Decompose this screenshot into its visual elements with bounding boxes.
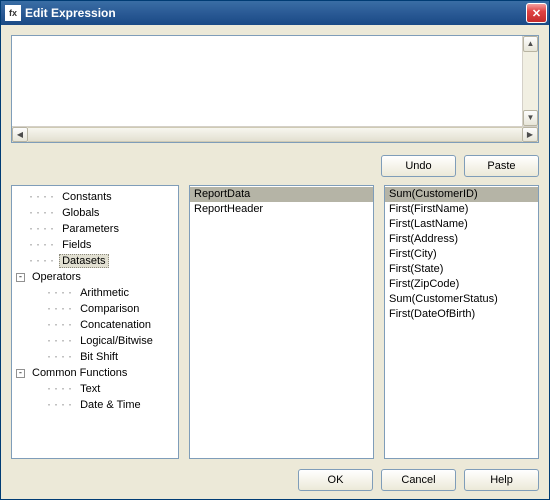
tree-branch-icon: ···· bbox=[26, 192, 56, 203]
edit-expression-dialog: fx Edit Expression ✕ ▲ ▼ ◀ ▶ Undo Paste bbox=[0, 0, 550, 500]
collapse-icon[interactable]: - bbox=[16, 369, 25, 378]
tree-item-label: Comparison bbox=[77, 303, 142, 315]
tree-branch-icon: ···· bbox=[44, 336, 74, 347]
collapse-icon[interactable]: - bbox=[16, 273, 25, 282]
tree-item[interactable]: ····Datasets bbox=[14, 253, 178, 269]
tree-branch-icon: ···· bbox=[44, 288, 74, 299]
tree-branch-icon: ···· bbox=[44, 304, 74, 315]
browser-panes: ····Constants····Globals····Parameters··… bbox=[11, 185, 539, 459]
tree-item[interactable]: ····Text bbox=[14, 381, 178, 397]
tree-item[interactable]: -Operators bbox=[14, 269, 178, 285]
help-button[interactable]: Help bbox=[464, 469, 539, 491]
tree-item-label: Arithmetic bbox=[77, 287, 132, 299]
tree-branch-icon: ···· bbox=[44, 352, 74, 363]
list-item[interactable]: ReportData bbox=[190, 187, 373, 202]
tree-item[interactable]: ····Fields bbox=[14, 237, 178, 253]
list-item[interactable]: First(City) bbox=[385, 247, 538, 262]
tree-item-label: Common Functions bbox=[29, 367, 130, 379]
scroll-track[interactable] bbox=[28, 127, 522, 142]
tree-branch-icon: ···· bbox=[26, 240, 56, 251]
dialog-buttons: OK Cancel Help bbox=[11, 459, 539, 491]
tree-item-label: Text bbox=[77, 383, 103, 395]
titlebar[interactable]: fx Edit Expression ✕ bbox=[1, 1, 549, 25]
scroll-up-button[interactable]: ▲ bbox=[523, 36, 538, 52]
tree-item[interactable]: ····Logical/Bitwise bbox=[14, 333, 178, 349]
scroll-down-button[interactable]: ▼ bbox=[523, 110, 538, 126]
tree-branch-icon: ···· bbox=[26, 208, 56, 219]
list-item[interactable]: First(State) bbox=[385, 262, 538, 277]
paste-button[interactable]: Paste bbox=[464, 155, 539, 177]
editor-vertical-scrollbar[interactable]: ▲ ▼ bbox=[522, 36, 538, 126]
expression-editor-container: ▲ ▼ ◀ ▶ bbox=[11, 35, 539, 143]
tree-item-label: Datasets bbox=[59, 254, 108, 268]
dataset-list-panel: ReportDataReportHeader bbox=[189, 185, 374, 459]
editor-toolbar: Undo Paste bbox=[11, 143, 539, 185]
tree-item-label: Fields bbox=[59, 239, 94, 251]
tree-item[interactable]: ····Concatenation bbox=[14, 317, 178, 333]
tree-branch-icon: ···· bbox=[26, 256, 56, 267]
app-icon: fx bbox=[5, 5, 21, 21]
tree-item[interactable]: ····Parameters bbox=[14, 221, 178, 237]
window-title: Edit Expression bbox=[25, 6, 526, 20]
ok-button[interactable]: OK bbox=[298, 469, 373, 491]
tree-item-label: Concatenation bbox=[77, 319, 154, 331]
field-list-panel: Sum(CustomerID)First(FirstName)First(Las… bbox=[384, 185, 539, 459]
close-icon: ✕ bbox=[532, 7, 541, 20]
tree-item-label: Logical/Bitwise bbox=[77, 335, 156, 347]
list-item[interactable]: First(FirstName) bbox=[385, 202, 538, 217]
tree-branch-icon: ···· bbox=[44, 384, 74, 395]
expression-textarea[interactable] bbox=[12, 36, 522, 126]
tree-item[interactable]: ····Constants bbox=[14, 189, 178, 205]
tree-branch-icon: ···· bbox=[44, 320, 74, 331]
tree-item[interactable]: ····Globals bbox=[14, 205, 178, 221]
list-item[interactable]: First(Address) bbox=[385, 232, 538, 247]
list-item[interactable]: First(DateOfBirth) bbox=[385, 307, 538, 322]
tree-branch-icon: ···· bbox=[44, 400, 74, 411]
list-item[interactable]: Sum(CustomerStatus) bbox=[385, 292, 538, 307]
tree-item[interactable]: ····Date & Time bbox=[14, 397, 178, 413]
tree-item-label: Constants bbox=[59, 191, 115, 203]
undo-button[interactable]: Undo bbox=[381, 155, 456, 177]
tree-item-label: Operators bbox=[29, 271, 84, 283]
tree-item-label: Globals bbox=[59, 207, 102, 219]
category-tree[interactable]: ····Constants····Globals····Parameters··… bbox=[12, 186, 178, 458]
tree-branch-icon: ···· bbox=[26, 224, 56, 235]
tree-item-label: Date & Time bbox=[77, 399, 144, 411]
tree-item[interactable]: ····Arithmetic bbox=[14, 285, 178, 301]
dataset-list[interactable]: ReportDataReportHeader bbox=[190, 186, 373, 458]
list-item[interactable]: Sum(CustomerID) bbox=[385, 187, 538, 202]
field-list[interactable]: Sum(CustomerID)First(FirstName)First(Las… bbox=[385, 186, 538, 458]
tree-item-label: Bit Shift bbox=[77, 351, 121, 363]
dialog-content: ▲ ▼ ◀ ▶ Undo Paste ····Constants····Glob… bbox=[1, 25, 549, 499]
tree-item[interactable]: ····Bit Shift bbox=[14, 349, 178, 365]
scroll-right-button[interactable]: ▶ bbox=[522, 127, 538, 142]
list-item[interactable]: First(LastName) bbox=[385, 217, 538, 232]
scroll-left-button[interactable]: ◀ bbox=[12, 127, 28, 142]
list-item[interactable]: ReportHeader bbox=[190, 202, 373, 217]
editor-horizontal-scrollbar[interactable]: ◀ ▶ bbox=[12, 126, 538, 142]
close-button[interactable]: ✕ bbox=[526, 3, 547, 23]
tree-item[interactable]: ····Comparison bbox=[14, 301, 178, 317]
cancel-button[interactable]: Cancel bbox=[381, 469, 456, 491]
tree-item-label: Parameters bbox=[59, 223, 122, 235]
tree-item[interactable]: -Common Functions bbox=[14, 365, 178, 381]
list-item[interactable]: First(ZipCode) bbox=[385, 277, 538, 292]
category-tree-panel: ····Constants····Globals····Parameters··… bbox=[11, 185, 179, 459]
